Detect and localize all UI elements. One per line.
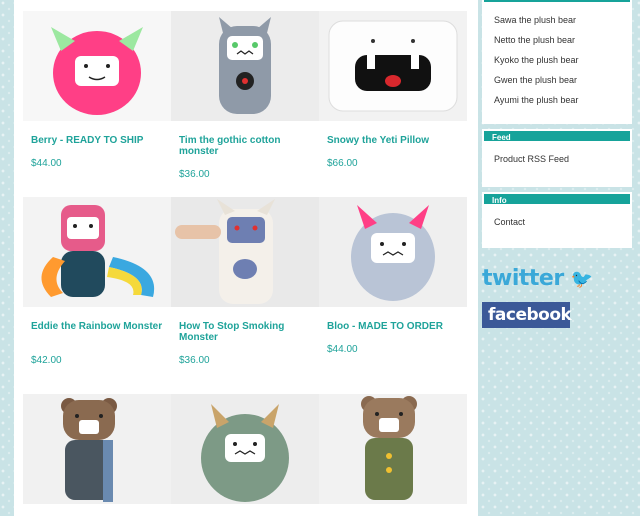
product-grid: Berry - READY TO SHIP $44.00 Tim the got… xyxy=(14,0,478,516)
pink-monster-illustration xyxy=(51,27,143,115)
facebook-logo-text: facebook xyxy=(488,305,572,325)
product-image[interactable] xyxy=(171,394,319,504)
grey-monster-illustration xyxy=(219,17,271,114)
product-price: $42.00 xyxy=(31,355,62,366)
product-title[interactable]: Bloo - MADE TO ORDER xyxy=(327,321,463,332)
product-title[interactable]: How To Stop Smoking Monster xyxy=(179,321,315,343)
product-card: Snowy the Yeti Pillow $66.00 xyxy=(319,11,467,169)
info-title: Info xyxy=(482,192,632,206)
sidebar-link-gwen[interactable]: Gwen the plush bear xyxy=(494,70,620,90)
blue-monster-illustration xyxy=(351,205,435,301)
product-price: $66.00 xyxy=(327,158,358,169)
feed-title: Feed xyxy=(482,129,632,143)
sidebar-link-kyoko[interactable]: Kyoko the plush bear xyxy=(494,50,620,70)
bears-list-box: Sawa the plush bear Netto the plush bear… xyxy=(482,0,632,124)
bear-sweater-illustration xyxy=(361,396,417,500)
product-price: $36.00 xyxy=(179,355,210,366)
product-price: $44.00 xyxy=(31,158,62,169)
product-price: $44.00 xyxy=(327,344,358,355)
sidebar-link-netto[interactable]: Netto the plush bear xyxy=(494,30,620,50)
product-image[interactable] xyxy=(319,11,467,121)
sidebar-link-ayumi[interactable]: Ayumi the plush bear xyxy=(494,90,620,110)
product-card: How To Stop Smoking Monster $36.00 xyxy=(171,197,319,366)
product-image[interactable] xyxy=(23,197,171,307)
product-card xyxy=(23,394,171,504)
product-title[interactable]: Tim the gothic cotton monster xyxy=(179,135,315,157)
feed-box: Feed Product RSS Feed xyxy=(482,129,632,187)
product-card: Berry - READY TO SHIP $44.00 xyxy=(23,11,171,169)
bears-list: Sawa the plush bear Netto the plush bear… xyxy=(482,4,632,118)
product-card xyxy=(171,394,319,504)
bear-scarf-illustration xyxy=(61,398,117,502)
green-monster-illustration xyxy=(201,404,289,502)
product-image[interactable] xyxy=(171,11,319,121)
twitter-link[interactable]: twitter 🐦 xyxy=(482,266,602,292)
product-image[interactable] xyxy=(171,197,319,307)
facebook-link[interactable]: facebook xyxy=(482,302,572,328)
rss-feed-link[interactable]: Product RSS Feed xyxy=(494,149,620,169)
info-body: Contact xyxy=(482,206,632,240)
product-image[interactable] xyxy=(23,11,171,121)
product-image[interactable] xyxy=(319,394,467,504)
rainbow-monster-illustration xyxy=(41,205,155,297)
info-box: Info Contact xyxy=(482,192,632,248)
feed-body: Product RSS Feed xyxy=(482,143,632,177)
product-card: Eddie the Rainbow Monster $42.00 xyxy=(23,197,171,366)
product-image[interactable] xyxy=(319,197,467,307)
product-title[interactable]: Eddie the Rainbow Monster xyxy=(31,321,167,332)
product-card: Bloo - MADE TO ORDER $44.00 xyxy=(319,197,467,355)
product-title[interactable]: Berry - READY TO SHIP xyxy=(31,135,167,146)
product-card: Tim the gothic cotton monster $36.00 xyxy=(171,11,319,180)
product-card xyxy=(319,394,467,504)
smoking-monster-illustration xyxy=(175,199,275,304)
twitter-bird-icon: 🐦 xyxy=(570,269,593,290)
yeti-pillow-illustration xyxy=(328,20,458,112)
product-image[interactable] xyxy=(23,394,171,504)
product-price: $36.00 xyxy=(179,169,210,180)
twitter-logo-text: twitter xyxy=(482,266,564,291)
product-title[interactable]: Snowy the Yeti Pillow xyxy=(327,135,463,146)
sidebar-link-sawa[interactable]: Sawa the plush bear xyxy=(494,10,620,30)
contact-link[interactable]: Contact xyxy=(494,212,620,232)
